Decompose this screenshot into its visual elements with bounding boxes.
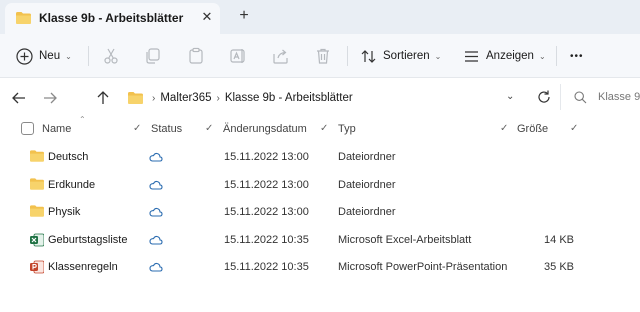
tab-title: Klasse 9b - Arbeitsblätter: [39, 11, 184, 25]
divider: [556, 46, 557, 66]
search-box[interactable]: Klasse 9b: [560, 84, 640, 110]
refresh-icon: [538, 90, 550, 103]
tab-klasse-9b[interactable]: Klasse 9b - Arbeitsblätter ✕: [5, 3, 220, 34]
breadcrumb-item[interactable]: Malter365: [160, 92, 211, 104]
file-row[interactable]: Physik 15.11.2022 13:00 Dateiordner: [0, 199, 640, 226]
excel-icon: [30, 233, 45, 247]
folder-icon: [30, 205, 44, 219]
address-row: › Malter365 › Klasse 9b - Arbeitsblätter…: [0, 78, 640, 118]
search-icon: [574, 91, 587, 104]
column-size[interactable]: Größe: [517, 123, 548, 135]
column-type[interactable]: Typ: [338, 123, 356, 135]
powerpoint-icon: [30, 260, 45, 274]
arrow-right-icon: [44, 92, 57, 104]
search-placeholder: Klasse 9b: [598, 91, 640, 103]
folder-icon: [128, 92, 143, 104]
file-modified: 15.11.2022 10:35: [224, 233, 309, 246]
checkmark-icon: ✓: [205, 123, 214, 134]
file-type: Microsoft Excel-Arbeitsblatt: [338, 233, 472, 246]
chevron-down-icon: ⌄: [65, 51, 72, 61]
up-button[interactable]: [92, 87, 114, 109]
file-type: Dateiordner: [338, 178, 396, 191]
chevron-down-icon: ⌄: [538, 51, 546, 61]
file-modified: 15.11.2022 13:00: [224, 151, 309, 163]
divider: [347, 46, 348, 66]
divider: [88, 46, 89, 66]
file-row[interactable]: Klassenregeln 15.11.2022 10:35 Microsoft P…: [0, 254, 640, 281]
sort-ascending-icon: ⌃: [79, 115, 86, 124]
checkmark-icon: ✓: [500, 123, 509, 134]
cloud-icon: [149, 235, 163, 248]
cloud-icon: [149, 207, 163, 220]
back-button[interactable]: [8, 87, 30, 109]
view-button[interactable]: Anzeigen ⌄: [463, 45, 546, 67]
file-row[interactable]: Deutsch 15.11.2022 13:00 Dateiordner: [0, 144, 640, 171]
cloud-icon: [149, 180, 163, 193]
file-size: 14 KB: [544, 233, 574, 246]
rename-icon[interactable]: [228, 46, 248, 66]
file-size: 35 KB: [544, 261, 574, 273]
file-name[interactable]: Geburtstagsliste: [48, 234, 127, 246]
chevron-right-icon: ›: [216, 92, 220, 104]
cloud-icon: [149, 152, 163, 165]
share-icon[interactable]: [271, 46, 291, 66]
new-button[interactable]: Neu ⌄: [16, 45, 72, 67]
file-modified: 15.11.2022 10:35: [224, 261, 309, 273]
address-history-dropdown[interactable]: ⌄: [506, 91, 514, 102]
file-row[interactable]: Erdkunde 15.11.2022 13:00 Dateiordner: [0, 172, 640, 199]
chevron-right-icon: ›: [152, 92, 156, 104]
file-modified: 15.11.2022 13:00: [224, 206, 309, 218]
sort-button[interactable]: Sortieren ⌄: [360, 45, 441, 67]
file-name[interactable]: Erdkunde: [48, 179, 95, 191]
file-type: Microsoft PowerPoint-Präsentation: [338, 261, 508, 273]
file-type: Dateiordner: [338, 206, 396, 218]
checkmark-icon: ✓: [320, 123, 329, 134]
plus-circle-icon: [16, 47, 33, 65]
refresh-button[interactable]: [535, 88, 553, 106]
copy-icon[interactable]: [143, 46, 163, 66]
column-modified[interactable]: Änderungsdatum: [223, 123, 307, 135]
tab-bar: Klasse 9b - Arbeitsblätter ✕ +: [0, 0, 640, 34]
folder-icon: [30, 177, 44, 192]
column-header-row: Name ⌃ ✓ Status ✓ Änderungsdatum ✓ Typ ✓…: [0, 115, 640, 142]
column-status[interactable]: Status: [151, 123, 182, 135]
file-name[interactable]: Klassenregeln: [48, 261, 118, 273]
close-tab-icon[interactable]: ✕: [198, 8, 216, 26]
sort-button-label: Sortieren: [383, 50, 430, 62]
command-bar: Neu ⌄ Sortieren ⌄ Anzeigen ⌄ •••: [0, 34, 640, 78]
arrow-up-icon: [97, 91, 109, 104]
checkmark-icon: ✓: [570, 123, 579, 134]
file-modified: 15.11.2022 13:00: [224, 178, 309, 191]
view-lines-icon: [465, 50, 478, 62]
chevron-down-icon: ⌄: [434, 51, 442, 61]
forward-button[interactable]: [39, 87, 61, 109]
select-all-checkbox[interactable]: [21, 122, 34, 135]
folder-icon: [30, 150, 44, 164]
new-tab-button[interactable]: +: [234, 6, 254, 26]
sort-icon: [361, 49, 376, 63]
checkmark-icon: ✓: [133, 123, 142, 134]
file-row[interactable]: Geburtstagsliste 15.11.2022 10:35 Microsof…: [0, 227, 640, 254]
file-name[interactable]: Deutsch: [48, 151, 88, 163]
file-type: Dateiordner: [338, 151, 396, 163]
paste-icon[interactable]: [186, 46, 206, 66]
delete-icon[interactable]: [313, 46, 333, 66]
arrow-left-icon: [12, 92, 25, 104]
new-button-label: Neu: [39, 50, 61, 62]
file-name[interactable]: Physik: [48, 206, 80, 218]
column-name[interactable]: Name: [42, 123, 71, 135]
cloud-icon: [149, 262, 163, 275]
more-options-button[interactable]: •••: [570, 45, 584, 67]
cut-icon[interactable]: [101, 46, 121, 66]
breadcrumb-item[interactable]: Klasse 9b - Arbeitsblätter: [225, 92, 353, 104]
folder-icon: [16, 12, 31, 27]
view-button-label: Anzeigen: [486, 50, 534, 62]
breadcrumb[interactable]: › Malter365 › Klasse 9b - Arbeitsblätter: [120, 86, 524, 110]
